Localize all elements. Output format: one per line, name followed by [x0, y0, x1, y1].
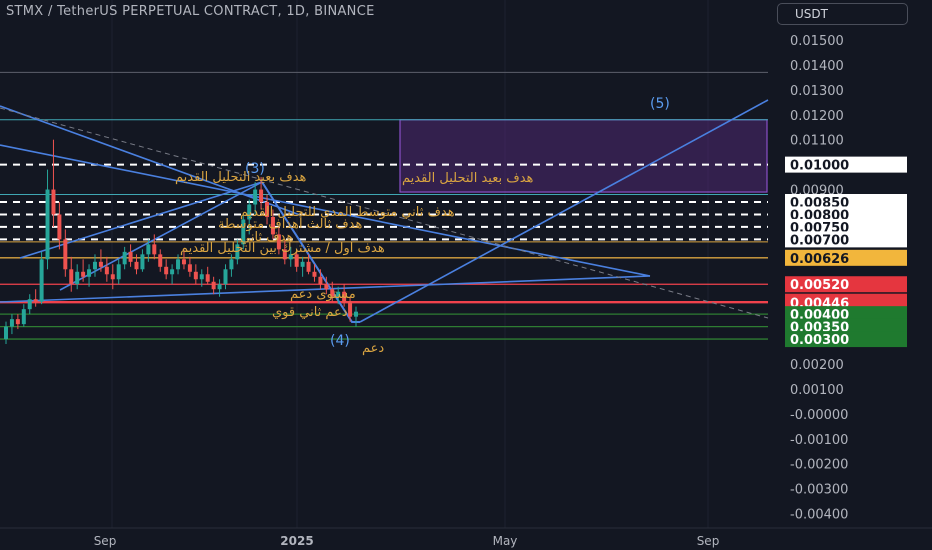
candle-body [223, 269, 228, 285]
candle-body [176, 259, 181, 270]
candle-body [199, 274, 204, 280]
candle-body [205, 274, 210, 282]
candle-body [158, 254, 163, 267]
candle-body [87, 269, 92, 277]
x-tick-label: Sep [94, 534, 117, 548]
price-chart[interactable]: هدف بعيد التحليل القديمهدف ثاني متوسط ال… [0, 0, 932, 550]
candle-body [181, 259, 186, 265]
y-tick-label: -0.00000 [790, 408, 848, 423]
x-tick-label: Sep [697, 534, 720, 548]
y-tick-label: -0.00200 [790, 458, 848, 473]
candle-body [128, 251, 133, 262]
candle-body [170, 269, 175, 275]
wave-label: (5) [650, 96, 670, 112]
candle-body [318, 276, 323, 285]
candle-body [81, 271, 86, 277]
candle-body [164, 266, 169, 275]
candle-body [348, 301, 353, 317]
candle-body [259, 189, 264, 202]
candle-body [193, 271, 198, 280]
currency-selector[interactable]: USDT [777, 3, 908, 25]
candle-body [15, 319, 20, 325]
candle-body [312, 271, 317, 277]
candle-body [110, 274, 115, 280]
wave-label: (4) [330, 333, 350, 349]
annotation-text: مستوى دعم [290, 287, 356, 302]
candle-body [57, 214, 62, 240]
candle-body [187, 264, 192, 272]
y-tick-label: 0.00200 [790, 358, 844, 373]
y-tick-label: 0.01200 [790, 109, 844, 124]
candle-body [354, 311, 358, 317]
y-tick-label: -0.00300 [790, 483, 848, 498]
candle-body [306, 261, 311, 272]
target-zone-label: هدف بعيد التحليل القديم [402, 171, 534, 186]
candle-body [69, 269, 74, 285]
candle-body [152, 244, 157, 255]
y-tick-label: 0.01400 [790, 59, 844, 74]
candle-body [217, 284, 222, 290]
candle-body [122, 251, 127, 265]
candle-body [4, 326, 8, 340]
price-tag: 0.00520 [785, 276, 907, 293]
candle-body [104, 266, 109, 275]
y-tick-label: 0.01500 [790, 34, 844, 49]
price-tag-label: 0.01000 [790, 159, 849, 174]
candle-body [75, 271, 80, 285]
candle-body [134, 261, 139, 270]
x-tick-label: May [493, 534, 518, 548]
candle-body [116, 264, 121, 280]
chart-title: STMX / TetherUS PERPETUAL CONTRACT, 1D, … [6, 4, 375, 19]
price-tag: 0.00700 [785, 231, 907, 248]
y-tick-label: 0.00100 [790, 383, 844, 398]
annotation-text: دعم [362, 341, 384, 356]
candle-body [300, 261, 305, 267]
candle-body [98, 261, 103, 267]
price-tag-label: 0.00700 [790, 233, 849, 248]
price-tag: 0.00300 [785, 331, 907, 348]
y-tick-label: -0.00400 [790, 508, 848, 523]
candle-body [27, 299, 32, 310]
annotation-text: هدف اول / مشترك بين التحليل القديم [180, 241, 385, 256]
candle-body [33, 299, 38, 302]
candle-body [45, 189, 50, 260]
candle-body [63, 239, 68, 270]
wave-label: (3) [245, 161, 265, 177]
annotation-text: دعم ثاني قوي [272, 305, 348, 320]
y-tick-label: 0.01300 [790, 84, 844, 99]
candle-body [211, 281, 216, 290]
y-tick-label: 0.01100 [790, 134, 844, 149]
candle-body [253, 189, 258, 205]
price-tag-label: 0.00300 [790, 333, 849, 348]
price-tag: 0.00626 [785, 249, 907, 267]
price-tag-label: 0.00626 [790, 252, 849, 267]
candle-body [9, 319, 14, 327]
candle-body [39, 259, 44, 302]
candle-body [294, 254, 299, 267]
y-tick-label: -0.00100 [790, 433, 848, 448]
annotation-text: هدف بعيد التحليل القديم [175, 170, 307, 185]
candle-body [229, 259, 234, 270]
candle-body [21, 309, 26, 325]
x-tick-label: 2025 [280, 534, 313, 548]
candle-body [51, 189, 56, 215]
candle-body [92, 261, 97, 270]
price-tag-label: 0.00520 [790, 278, 849, 293]
candle-body [140, 254, 145, 270]
candle-body [146, 244, 151, 255]
price-tag: 0.01000 [785, 156, 907, 174]
